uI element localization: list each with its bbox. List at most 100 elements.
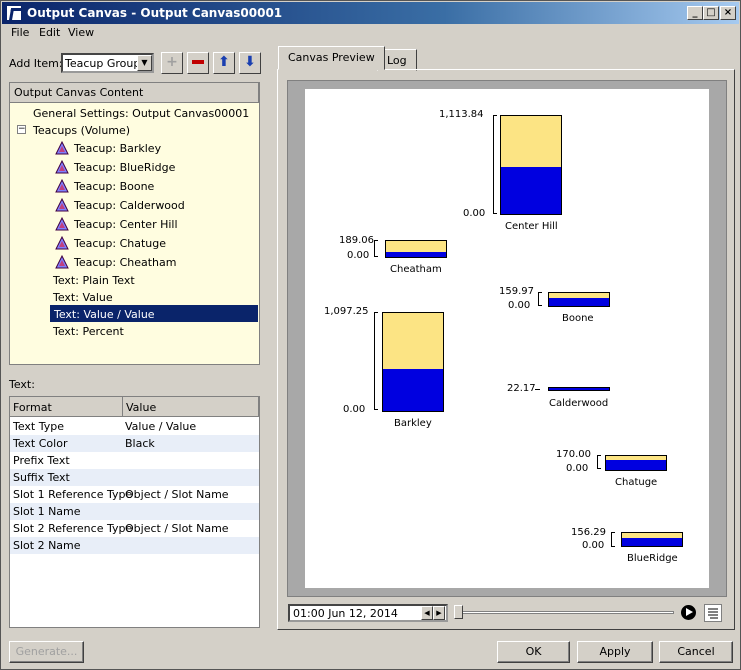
teacup-min-label: 0.00 — [566, 463, 589, 474]
cancel-button[interactable]: Cancel — [659, 641, 733, 663]
minimize-button[interactable]: _ — [687, 6, 703, 20]
column-header-format[interactable]: Format — [10, 397, 123, 417]
tab-canvas-preview[interactable]: Canvas Preview — [278, 46, 385, 70]
teacup-scale-bracket — [374, 312, 378, 410]
teacup-scale-bracket — [611, 532, 615, 547]
menu-file[interactable]: File — [11, 26, 29, 39]
timeline-slider-thumb[interactable] — [454, 605, 463, 619]
teacup-barkley[interactable] — [382, 312, 444, 412]
teacup-max-label: 170.00 — [556, 449, 591, 460]
teacup-scale-tick — [535, 389, 540, 390]
teacup-scale-bracket — [538, 292, 542, 306]
teacup-icon — [55, 255, 69, 269]
properties-table: Format Value Text Type Value / Value Text… — [9, 396, 260, 628]
teacup-blueridge[interactable] — [621, 532, 683, 547]
teacup-icon — [55, 198, 69, 212]
arrow-down-icon: ⬇ — [244, 54, 256, 70]
tree-item-text-percent[interactable]: Text: Percent — [10, 322, 259, 341]
teacup-scale-bracket — [597, 455, 601, 469]
remove-button[interactable] — [187, 52, 209, 74]
teacup-fill — [383, 368, 443, 411]
teacup-min-label: 0.00 — [508, 300, 531, 311]
generate-button[interactable]: Generate... — [9, 641, 84, 663]
teacup-max-label: 156.29 — [571, 527, 606, 538]
teacup-icon — [55, 160, 69, 174]
tree-item-teacup-center-hill[interactable]: Teacup: Center Hill — [10, 215, 259, 234]
tree-item-teacup-calderwood[interactable]: Teacup: Calderwood — [10, 196, 259, 215]
teacup-scale-bracket — [374, 240, 378, 257]
table-row[interactable]: Text Type Value / Value — [10, 418, 259, 435]
collapse-icon[interactable]: − — [17, 125, 26, 134]
teacup-boone[interactable] — [548, 292, 610, 307]
step-back-icon[interactable]: ◀ — [421, 606, 433, 620]
teacup-max-label: 189.06 — [339, 235, 374, 246]
table-row[interactable]: Slot 1 Name — [10, 503, 259, 520]
tree-item-teacup-cheatham[interactable]: Teacup: Cheatham — [10, 253, 259, 272]
teacup-fill — [501, 166, 561, 214]
teacup-cheatham[interactable] — [385, 240, 447, 258]
title-bar[interactable]: Output Canvas - Output Canvas00001 _ □ × — [2, 2, 739, 24]
maximize-button[interactable]: □ — [703, 6, 719, 20]
tree-header[interactable]: Output Canvas Content — [10, 83, 259, 103]
properties-section-label: Text: — [9, 378, 35, 391]
teacup-name-label: BlueRidge — [627, 553, 678, 564]
tree-item-text-value-value[interactable]: Text: Value / Value — [50, 305, 258, 322]
canvas-preview[interactable]: 1,113.84 0.00 Center Hill 189.06 0.00 Ch… — [305, 89, 709, 588]
ok-button[interactable]: OK — [497, 641, 570, 663]
close-button[interactable]: × — [720, 6, 736, 20]
list-view-button[interactable] — [704, 604, 722, 622]
move-up-button[interactable]: ⬆ — [213, 52, 235, 74]
apply-button[interactable]: Apply — [577, 641, 653, 663]
add-item-label: Add Item: — [9, 57, 63, 70]
play-button[interactable] — [681, 605, 696, 620]
output-canvas-window: Output Canvas - Output Canvas00001 _ □ ×… — [0, 0, 741, 670]
tree-item-teacup-chatuge[interactable]: Teacup: Chatuge — [10, 234, 259, 253]
chevron-down-icon[interactable]: ▼ — [137, 55, 152, 71]
timestep-field[interactable]: 01:00 Jun 12, 2014 ◀ ▶ — [288, 604, 448, 622]
teacup-center-hill[interactable] — [500, 115, 562, 215]
app-icon — [6, 5, 22, 21]
teacup-icon — [55, 141, 69, 155]
menu-view[interactable]: View — [68, 26, 94, 39]
arrow-up-icon: ⬆ — [218, 54, 230, 70]
teacup-name-label: Boone — [562, 313, 594, 324]
teacup-icon — [55, 217, 69, 231]
teacup-fill — [622, 537, 682, 546]
teacup-fill — [549, 298, 609, 306]
teacup-icon — [55, 236, 69, 250]
menu-bar: File Edit View — [2, 24, 739, 42]
teacup-name-label: Center Hill — [505, 221, 558, 232]
column-header-value[interactable]: Value — [123, 397, 259, 417]
add-item-select[interactable]: Teacup Group ▼ — [61, 53, 154, 73]
teacup-calderwood[interactable] — [548, 387, 610, 391]
tree-item-teacups-group[interactable]: − Teacups (Volume) — [10, 121, 259, 140]
teacup-min-label: 0.00 — [343, 404, 366, 415]
timeline-slider-track[interactable] — [454, 611, 674, 614]
teacup-fill — [549, 388, 609, 390]
tree-item-teacup-barkley[interactable]: Teacup: Barkley — [10, 139, 259, 158]
move-down-button[interactable]: ⬇ — [239, 52, 261, 74]
add-button[interactable]: + — [161, 52, 183, 74]
teacup-max-label: 159.97 — [499, 286, 534, 297]
canvas-content-tree: Output Canvas Content General Settings: … — [9, 82, 260, 365]
table-row[interactable]: Prefix Text — [10, 452, 259, 469]
table-row[interactable]: Slot 2 Name — [10, 537, 259, 554]
table-row[interactable]: Text Color Black — [10, 435, 259, 452]
list-icon — [708, 608, 718, 619]
minus-icon — [192, 60, 204, 64]
teacup-name-label: Cheatham — [390, 264, 442, 275]
table-row[interactable]: Slot 2 Reference Type Object / Slot Name — [10, 520, 259, 537]
tree-item-teacup-boone[interactable]: Teacup: Boone — [10, 177, 259, 196]
teacup-min-label: 0.00 — [582, 540, 605, 551]
teacup-chatuge[interactable] — [605, 455, 667, 471]
menu-edit[interactable]: Edit — [39, 26, 60, 39]
teacup-max-label: 22.17 — [507, 383, 536, 394]
teacup-max-label: 1,097.25 — [324, 306, 369, 317]
teacup-fill — [606, 460, 666, 470]
table-row[interactable]: Slot 1 Reference Type Object / Slot Name — [10, 486, 259, 503]
tree-item-teacup-blueridge[interactable]: Teacup: BlueRidge — [10, 158, 259, 177]
teacup-fill — [386, 252, 446, 257]
teacup-scale-bracket — [493, 115, 497, 214]
table-row[interactable]: Suffix Text — [10, 469, 259, 486]
step-forward-icon[interactable]: ▶ — [433, 606, 445, 620]
